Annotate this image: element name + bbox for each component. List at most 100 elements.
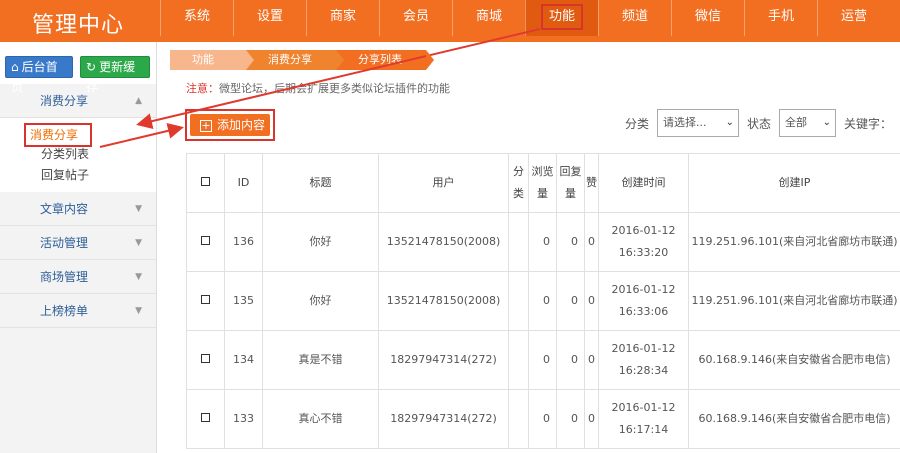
table-header-row: ID 标题 用户 分类 浏览量 回复量 赞 创建时间 创建IP <box>186 153 900 213</box>
section-label: 活动管理 <box>40 236 89 250</box>
col-header-views: 浏览量 <box>528 153 557 213</box>
sidebar-section-activities[interactable]: 活动管理 ▼ <box>0 226 156 260</box>
nav-item-system[interactable]: 系统 <box>160 0 233 36</box>
cell-created-time: 2016-01-12 16:33:06 <box>598 271 689 331</box>
nav-item-mall[interactable]: 商城 <box>452 0 525 36</box>
cell-created-time: 2016-01-12 16:28:34 <box>598 330 689 390</box>
table-row: 136 你好 13521478150(2008) 0 0 0 2016-01-1… <box>186 212 900 272</box>
breadcrumb-item: 分享列表 <box>336 50 434 70</box>
cell-category <box>508 212 529 272</box>
nav-label: 微信 <box>694 9 721 24</box>
checkbox-icon <box>201 236 210 245</box>
cell-likes: 0 <box>584 330 599 390</box>
cell-created-ip: 119.251.96.101(来自河北省廊坊市联通) <box>688 271 900 331</box>
created-date: 2016-01-12 <box>611 342 676 355</box>
cell-user: 13521478150(2008) <box>378 212 509 272</box>
add-content-button[interactable]: + 添加内容 <box>190 114 270 136</box>
sidebar-section-rankings[interactable]: 上榜榜单 ▼ <box>0 294 156 328</box>
nav-label: 手机 <box>767 9 794 24</box>
cell-created-ip: 60.168.9.146(来自安徽省合肥市电信) <box>688 330 900 390</box>
breadcrumb-item[interactable]: 消费分享 <box>246 50 344 70</box>
cell-id: 135 <box>224 271 263 331</box>
cell-created-ip: 60.168.9.146(来自安徽省合肥市电信) <box>688 389 900 449</box>
nav-item-settings[interactable]: 设置 <box>233 0 306 36</box>
refresh-cache-button[interactable]: ↻ 更新缓存 <box>80 56 150 94</box>
cell-category <box>508 271 529 331</box>
created-clock: 16:17:14 <box>618 423 669 436</box>
refresh-icon: ↻ <box>86 60 97 74</box>
nav-item-function[interactable]: 功能 <box>525 0 598 36</box>
nav-item-operation[interactable]: 运营 <box>817 0 890 36</box>
nav-item-mobile[interactable]: 手机 <box>744 0 817 36</box>
chevron-up-icon: ▲ <box>135 96 142 106</box>
sidebar-item-reply-posts[interactable]: 回复帖子 <box>0 165 156 186</box>
plus-icon: + <box>200 119 212 132</box>
sidebar-item-category-list[interactable]: 分类列表 <box>0 144 156 165</box>
sidebar-section-articles[interactable]: 文章内容 ▼ <box>0 192 156 226</box>
cell-user: 13521478150(2008) <box>378 271 509 331</box>
top-bar: 管理中心 系统 设置 商家 会员 商城 功能 频道 微信 手机 运营 <box>0 0 900 42</box>
cell-id: 133 <box>224 389 263 449</box>
nav-label: 系统 <box>183 9 210 24</box>
app-logo: 管理中心 <box>32 13 125 38</box>
cell-likes: 0 <box>584 212 599 272</box>
sidebar: ⌂ 后台首页 ↻ 更新缓存 消费分享 ▲ 消费分享 分类列表 回复帖子 文章内容 ▼… <box>0 42 157 453</box>
nav-item-channel[interactable]: 频道 <box>598 0 671 36</box>
nav-label: 设置 <box>256 9 283 24</box>
breadcrumb-item[interactable]: 功能 <box>170 50 254 70</box>
status-select[interactable]: 全部 ⌄ <box>778 109 836 137</box>
cell-category <box>508 389 529 449</box>
col-header-id: ID <box>224 153 263 213</box>
nav-label: 功能 <box>540 4 583 30</box>
select-all-checkbox[interactable] <box>186 153 225 213</box>
chevron-down-icon: ▼ <box>135 238 142 248</box>
cell-title: 真是不错 <box>262 330 379 390</box>
filter-bar: 分类 请选择... ⌄ 状态 全部 ⌄ 关键字： <box>617 108 892 138</box>
nav-item-member[interactable]: 会员 <box>379 0 452 36</box>
add-button-highlight: + 添加内容 <box>185 109 275 141</box>
status-label: 状态 <box>746 116 771 131</box>
table-row: 134 真是不错 18297947314(272) 0 0 0 2016-01-… <box>186 330 900 390</box>
cell-created-time: 2016-01-12 16:33:20 <box>598 212 689 272</box>
created-date: 2016-01-12 <box>611 283 676 296</box>
cell-created-time: 2016-01-12 16:17:14 <box>598 389 689 449</box>
row-checkbox[interactable] <box>186 271 225 331</box>
col-header-created-ip: 创建IP <box>688 153 900 213</box>
main-content: 功能 消费分享 分享列表 注意：微型论坛，后期会扩展更多类似论坛插件的功能 + 添… <box>158 42 900 453</box>
cell-category <box>508 330 529 390</box>
col-header-replies: 回复量 <box>556 153 585 213</box>
created-clock: 16:33:20 <box>618 246 669 259</box>
cell-views: 0 <box>528 389 557 449</box>
category-select-value: 请选择... <box>662 116 707 129</box>
chevron-down-icon: ▼ <box>135 306 142 316</box>
category-label: 分类 <box>624 116 649 131</box>
created-date: 2016-01-12 <box>611 224 676 237</box>
cell-replies: 0 <box>556 330 585 390</box>
cell-id: 134 <box>224 330 263 390</box>
nav-label: 频道 <box>621 9 648 24</box>
home-button[interactable]: ⌂ 后台首页 <box>5 56 73 94</box>
nav-item-wechat[interactable]: 微信 <box>671 0 744 36</box>
created-clock: 16:28:34 <box>618 364 669 377</box>
col-header-created-time: 创建时间 <box>598 153 689 213</box>
sidebar-section-mall[interactable]: 商场管理 ▼ <box>0 260 156 294</box>
row-checkbox[interactable] <box>186 389 225 449</box>
row-checkbox[interactable] <box>186 212 225 272</box>
chevron-down-icon: ▼ <box>135 204 142 214</box>
sidebar-section-share[interactable]: 消费分享 ▲ <box>0 84 156 118</box>
table-row: 133 真心不错 18297947314(272) 0 0 0 2016-01-… <box>186 389 900 449</box>
section-label: 文章内容 <box>40 202 89 216</box>
cell-title: 你好 <box>262 271 379 331</box>
row-checkbox[interactable] <box>186 330 225 390</box>
cell-views: 0 <box>528 330 557 390</box>
checkbox-icon <box>201 354 210 363</box>
category-select[interactable]: 请选择... ⌄ <box>656 109 739 137</box>
status-select-value: 全部 <box>784 116 807 129</box>
sidebar-item-share[interactable]: 消费分享 <box>0 123 156 147</box>
nav-item-merchant[interactable]: 商家 <box>306 0 379 36</box>
checkbox-icon <box>201 177 210 186</box>
created-date: 2016-01-12 <box>611 401 676 414</box>
notice-prefix: 注意： <box>186 82 219 95</box>
share-table: ID 标题 用户 分类 浏览量 回复量 赞 创建时间 创建IP 136 你好 1… <box>186 153 900 449</box>
sidebar-item-label: 分类列表 <box>41 147 90 161</box>
